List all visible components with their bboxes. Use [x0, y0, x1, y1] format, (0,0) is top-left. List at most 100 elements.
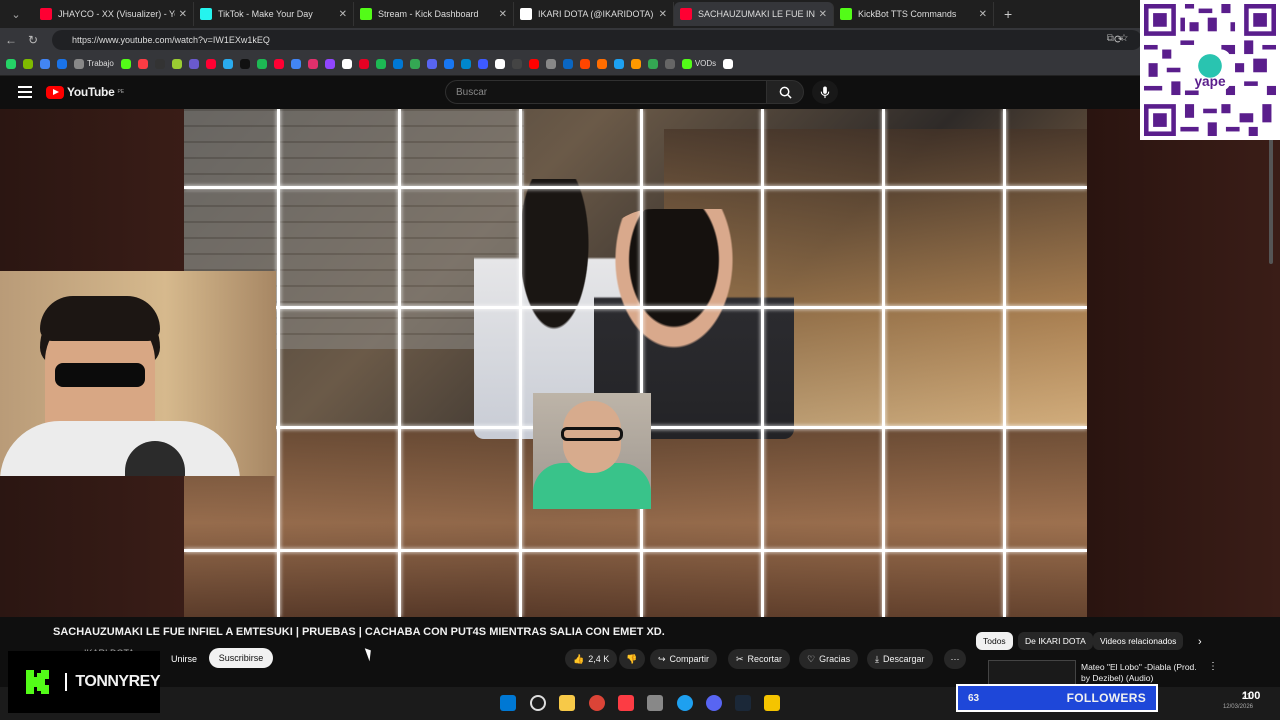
- bookmark-icon: [307, 58, 318, 69]
- bookmark-item[interactable]: [205, 58, 216, 69]
- search-button[interactable]: [766, 80, 804, 104]
- voice-search-button[interactable]: [812, 80, 838, 104]
- bookmark-item[interactable]: [443, 58, 454, 69]
- snipping-tool-icon[interactable]: [647, 695, 663, 711]
- tab-close-icon[interactable]: ✕: [819, 9, 827, 20]
- bookmark-item[interactable]: [222, 58, 233, 69]
- video-player[interactable]: [184, 109, 1087, 617]
- tab-close-icon[interactable]: ✕: [179, 9, 187, 20]
- bookmark-item[interactable]: [171, 58, 182, 69]
- tab-search-icon[interactable]: ⌄: [4, 4, 28, 24]
- bookmark-item[interactable]: [426, 58, 437, 69]
- file-explorer-icon[interactable]: [559, 695, 575, 711]
- chip-related[interactable]: Videos relacionados: [1093, 632, 1184, 650]
- bookmark-item[interactable]: [137, 58, 148, 69]
- chip-from-channel[interactable]: De IKARI DOTA: [1018, 632, 1093, 650]
- join-button[interactable]: Unirse: [166, 649, 202, 669]
- dislike-button[interactable]: 👎: [619, 649, 645, 669]
- bookmark-item[interactable]: [324, 58, 335, 69]
- bookmark-item[interactable]: [723, 58, 734, 69]
- browser-tab[interactable]: Stream - Kick Dashboard ✕: [354, 2, 514, 26]
- bookmark-item[interactable]: [494, 58, 505, 69]
- kick-streamer-badge: TONNYREY: [8, 651, 160, 713]
- like-button[interactable]: 👍 2,4 K: [565, 649, 618, 669]
- subscribe-button[interactable]: Suscribirse: [209, 648, 273, 668]
- start-icon[interactable]: [500, 695, 516, 711]
- bookmark-item[interactable]: [596, 58, 607, 69]
- chrome-icon[interactable]: [589, 695, 605, 711]
- browser-tab[interactable]: JHAYCO - XX (Visualizer) - YouTube ✕: [34, 2, 194, 26]
- youtube-logo[interactable]: YouTube PE: [46, 85, 124, 99]
- more-actions-button[interactable]: ⋯: [944, 649, 966, 669]
- bookmark-icon: [511, 58, 522, 69]
- music-icon[interactable]: [618, 695, 634, 711]
- bookmark-item[interactable]: [613, 58, 624, 69]
- clip-button[interactable]: ✂ Recortar: [728, 649, 791, 669]
- new-tab-icon[interactable]: +: [1004, 6, 1012, 22]
- bookmark-icon: [40, 58, 50, 69]
- bookmark-item[interactable]: [545, 58, 556, 69]
- bookmark-item[interactable]: [120, 58, 131, 69]
- back-icon[interactable]: ←: [0, 33, 22, 47]
- bookmark-item[interactable]: [57, 58, 67, 69]
- tab-title: SACHAUZUMAKI LE FUE INFIEL: [698, 9, 815, 19]
- bookmark-item[interactable]: [562, 58, 573, 69]
- bookmark-item[interactable]: [630, 58, 641, 69]
- bookmark-item[interactable]: [256, 58, 267, 69]
- related-menu-icon[interactable]: ⋮: [1208, 661, 1218, 672]
- bookmark-item[interactable]: [477, 58, 488, 69]
- app-icon[interactable]: [764, 695, 780, 711]
- share-button[interactable]: ↪ Compartir: [650, 649, 718, 669]
- discord-icon[interactable]: [706, 695, 722, 711]
- reload-icon[interactable]: ↻: [22, 33, 44, 47]
- browser-tab[interactable]: SACHAUZUMAKI LE FUE INFIEL ✕: [674, 2, 834, 26]
- menu-icon[interactable]: [18, 86, 32, 98]
- bookmark-item[interactable]: [664, 58, 675, 69]
- bookmark-item[interactable]: [188, 58, 199, 69]
- bookmark-item[interactable]: [647, 58, 658, 69]
- tab-close-icon[interactable]: ✕: [499, 9, 507, 20]
- tab-close-icon[interactable]: ✕: [979, 9, 987, 20]
- browser-tab[interactable]: TikTok - Make Your Day ✕: [194, 2, 354, 26]
- browser-tab[interactable]: IKARI DOTA (@IKARIDOTA) / X ✕: [514, 2, 674, 26]
- steam-icon[interactable]: [735, 695, 751, 711]
- kick-logo-icon: [20, 660, 55, 704]
- bookmark-item[interactable]: [375, 58, 386, 69]
- bookmark-item[interactable]: [6, 58, 16, 69]
- bookmark-item[interactable]: [40, 58, 50, 69]
- related-video-thumbnail[interactable]: [988, 660, 1076, 687]
- related-video-title[interactable]: Mateo "El Lobo" -Diabla (Prod. by Dezibe…: [1081, 662, 1206, 684]
- search-input[interactable]: Buscar: [445, 80, 768, 104]
- download-button[interactable]: ⤓ Descargar: [867, 649, 933, 669]
- bookmark-item[interactable]: [409, 58, 420, 69]
- bookmark-item[interactable]: [511, 58, 522, 69]
- extensions-icon[interactable]: ⟳: [1114, 33, 1123, 46]
- chevron-right-icon[interactable]: ›: [1198, 636, 1202, 648]
- browser-tab[interactable]: KickBot TTS Commands ✕: [834, 2, 994, 26]
- bookmark-icon: [222, 58, 233, 69]
- bookmark-item[interactable]: [23, 58, 33, 69]
- bookmark-item[interactable]: [239, 58, 250, 69]
- share-label: Compartir: [669, 654, 710, 664]
- search-taskbar-icon[interactable]: [530, 695, 546, 711]
- bookmark-item[interactable]: VODs: [681, 58, 716, 69]
- edge-icon[interactable]: [677, 695, 693, 711]
- bookmark-item[interactable]: Trabajo: [74, 58, 114, 69]
- bookmark-item[interactable]: [579, 58, 590, 69]
- bookmark-item[interactable]: [154, 58, 165, 69]
- tab-close-icon[interactable]: ✕: [659, 9, 667, 20]
- chip-all[interactable]: Todos: [976, 632, 1013, 650]
- streamer-webcam: [0, 271, 276, 476]
- more-icon: ⋯: [950, 653, 960, 664]
- bookmark-item[interactable]: [460, 58, 471, 69]
- bookmark-item[interactable]: [528, 58, 539, 69]
- bookmark-item[interactable]: [273, 58, 284, 69]
- bookmark-item[interactable]: [341, 58, 352, 69]
- tab-close-icon[interactable]: ✕: [339, 9, 347, 20]
- thanks-button[interactable]: ♡ Gracias: [799, 649, 859, 669]
- bookmark-item[interactable]: [307, 58, 318, 69]
- bookmark-item[interactable]: [358, 58, 369, 69]
- bookmark-item[interactable]: [290, 58, 301, 69]
- bookmark-item[interactable]: [392, 58, 403, 69]
- url-field[interactable]: https://www.youtube.com/watch?v=IW1EXw1k…: [52, 30, 1142, 50]
